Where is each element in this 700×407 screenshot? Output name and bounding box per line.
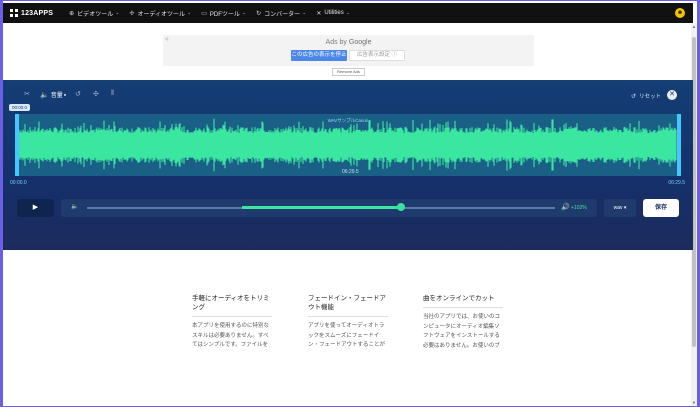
dot-icon: ● (63, 92, 67, 97)
nav-item-label: オーディオツール (137, 11, 186, 18)
scroll-down-icon[interactable]: ▼ (691, 400, 697, 405)
audio-editor: ✂ 🔈 音量 ● ↺ ✣ ⦀ ↺ リセット ✕ WAVサンプルCanon 00:… (3, 80, 693, 250)
nav-item-utilities[interactable]: ✕ Utilities ⌄ (316, 10, 350, 17)
video-icon: ⊕ (69, 10, 75, 17)
volume-up-icon: 🔊 (561, 204, 570, 211)
converter-icon: ↻ (256, 10, 262, 17)
nav-item-video[interactable]: ⊕ ビデオツール ⌄ (69, 9, 119, 18)
start-time-badge: 00:00.0 (9, 104, 31, 111)
reset-button[interactable]: ↺ リセット (630, 92, 661, 101)
feature-title: 手軽にオーディオをトリミング (192, 294, 272, 317)
ad-title-brand: Google (348, 39, 372, 46)
user-avatar[interactable]: ☻ (675, 8, 685, 18)
feature-description: 本アプリを使用するのに特別なスキルは必要ありません。すべてはシンプルです。ファイ… (192, 323, 270, 348)
split-icon[interactable]: ⦀ (111, 90, 114, 98)
speaker-icon: 🔈 (40, 91, 49, 99)
scroll-up-icon[interactable]: ▲ (691, 24, 697, 29)
ad-title-prefix: Ads by (325, 39, 347, 46)
nav-item-pdf[interactable]: ▭ PDFツール ⌄ (201, 9, 246, 18)
equalizer-icon[interactable]: ✣ (93, 90, 99, 98)
volume-tool-button[interactable]: 🔈 音量 ● (40, 90, 67, 100)
remove-ads-button[interactable]: Remove Ads (332, 68, 365, 76)
close-button[interactable]: ✕ (667, 90, 677, 100)
nav-item-label: Utilities (324, 10, 344, 16)
trim-handle-left[interactable] (15, 114, 19, 176)
chevron-down-icon: ⌄ (115, 10, 120, 16)
format-select[interactable]: wav ▾ (604, 199, 636, 217)
volume-tool-label: 音量 (50, 93, 63, 99)
feature-title: 曲をオンラインでカット (423, 294, 503, 308)
feature-description: 当社のアプリでは、お使いのコンピュータにオーディオ編集ソフトウェアをインストール… (423, 314, 501, 349)
audio-icon: ✢ (129, 10, 135, 17)
volume-percent: +102% (571, 205, 587, 211)
user-icon: ☻ (676, 10, 684, 16)
chevron-down-icon: ⌄ (241, 10, 247, 16)
feature-cut: 曲をオンラインでカット 当社のアプリでは、お使いのコンピュータにオーディオ編集ソ… (423, 294, 503, 351)
chevron-down-icon: ⌄ (345, 10, 350, 16)
top-navigation: 123APPS ⊕ ビデオツール ⌄ ✢ オーディオツール ⌄ ▭ PDFツール… (3, 3, 693, 23)
nav-item-label: PDFツール (209, 11, 240, 18)
nav-item-converter[interactable]: ↻ コンバーター ⌄ (256, 9, 306, 18)
pdf-icon: ▭ (201, 10, 207, 17)
nav-item-label: ビデオツール (77, 11, 114, 18)
waveform-path (18, 118, 677, 172)
play-icon: ▶ (32, 204, 39, 211)
ad-banner: ◁ Ads by Google この広告の表示を停止 広告表示設定 ⓘ (163, 35, 534, 66)
reset-label: リセット (638, 94, 661, 100)
volume-slider[interactable]: 🔈 🔊 +102% (61, 199, 597, 217)
ad-title: Ads by Google (163, 39, 534, 46)
waveform-area[interactable]: WAVサンプルCanon 00:00.0 (9, 104, 681, 176)
speed-icon[interactable]: ↺ (75, 90, 81, 98)
nav-item-label: コンバーター (264, 11, 301, 18)
close-icon: ✕ (669, 91, 675, 98)
save-button[interactable]: 保存 (643, 199, 679, 217)
feature-trim: 手軽にオーディオをトリミング 本アプリを使用するのに特別なスキルは必要ありません… (192, 294, 272, 351)
playback-controls: ▶ 🔈 🔊 +102% wav ▾ 保存 (3, 199, 693, 219)
start-time-label: 00:00.0 (10, 180, 27, 186)
window-frame-right (697, 1, 699, 407)
editor-toolbar: ✂ 🔈 音量 ● ↺ ✣ ⦀ ↺ リセット ✕ (3, 87, 693, 103)
mute-icon[interactable]: 🔈 (71, 203, 78, 210)
volume-fill (242, 206, 402, 209)
chevron-down-icon: ⌄ (302, 10, 307, 16)
duration-label: 06:29.5 (342, 169, 359, 175)
chevron-down-icon: ⌄ (187, 10, 192, 16)
feature-description: アプリを使ってオーディオトラックをスムーズにフェードイン・フェードアウトすること… (308, 323, 386, 348)
utilities-icon: ✕ (316, 10, 322, 17)
track-name: WAVサンプルCanon (327, 118, 369, 123)
trim-handle-right[interactable] (677, 114, 681, 176)
feature-fade: フェードイン・フェードアウト機能 アプリを使ってオーディオトラックをスムーズにフ… (308, 294, 388, 351)
play-button[interactable]: ▶ (17, 199, 54, 217)
end-time-label: 06:29.5 (668, 180, 685, 186)
volume-knob[interactable] (397, 203, 405, 211)
brand-logo[interactable]: 123APPS (10, 9, 53, 17)
ad-settings-button[interactable]: 広告表示設定 ⓘ (349, 50, 405, 61)
trim-icon[interactable]: ✂ (24, 90, 30, 98)
reset-icon: ↺ (630, 93, 636, 100)
ad-stop-button[interactable]: この広告の表示を停止 (291, 50, 347, 61)
logo-icon (10, 9, 18, 17)
feature-title: フェードイン・フェードアウト機能 (308, 294, 388, 317)
logo-text: 123APPS (21, 9, 54, 17)
nav-item-audio[interactable]: ✢ オーディオツール ⌄ (129, 9, 191, 18)
